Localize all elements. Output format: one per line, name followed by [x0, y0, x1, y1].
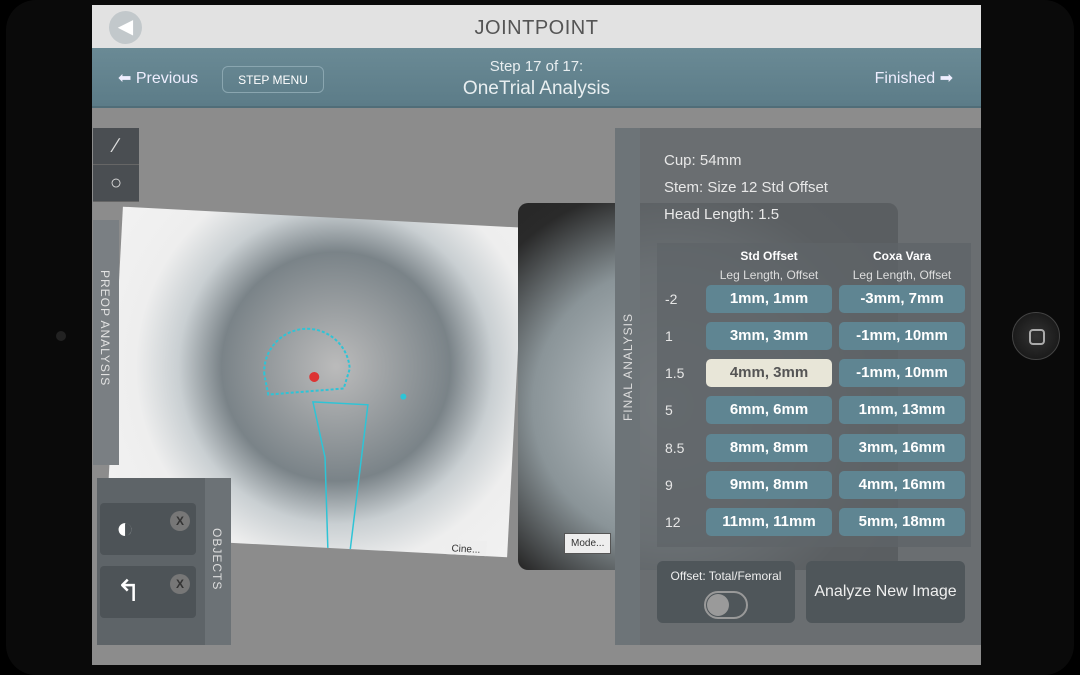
tab-objects[interactable]: OBJECTS [205, 478, 231, 645]
coxa-vara-cell[interactable]: 3mm, 16mm [839, 434, 965, 462]
std-offset-cell[interactable]: 8mm, 8mm [706, 434, 832, 462]
std-offset-cell[interactable]: 6mm, 6mm [706, 396, 832, 424]
home-button[interactable] [1012, 312, 1060, 360]
analyze-new-image-button[interactable]: Analyze New Image [806, 561, 965, 623]
stem-size: Stem: Size 12 Std Offset [664, 179, 828, 196]
final-tab-label: FINAL ANALYSIS [621, 313, 635, 422]
page-title: OneTrial Analysis [462, 78, 611, 99]
coxa-vara-cell[interactable]: -3mm, 7mm [839, 285, 965, 313]
mode-button[interactable]: Mode... [564, 533, 612, 554]
objects-tab-label: OBJECTS [210, 528, 224, 591]
drawing-tools: ∕ ○ [93, 128, 139, 202]
analysis-table: Std Offset Leg Length, Offset Coxa Vara Le… [657, 243, 971, 547]
camera [56, 331, 66, 341]
coxa-vara-cell[interactable]: 5mm, 18mm [839, 508, 965, 536]
remove-stem-button[interactable]: X [170, 574, 190, 594]
offset-label: Offset: Total/Femoral [670, 569, 782, 583]
column-header-std: Std Offset Leg Length, Offset [719, 249, 819, 282]
row-label: 5 [665, 402, 673, 418]
offset-toggle-box: Offset: Total/Femoral [657, 561, 795, 623]
coxa-vara-cell[interactable]: -1mm, 10mm [839, 359, 965, 387]
row-label: 8.5 [665, 440, 685, 456]
step-count: Step 17 of 17: [489, 58, 584, 75]
tab-preop-analysis[interactable]: PREOP ANALYSIS [93, 220, 119, 465]
coxa-vara-cell[interactable]: 4mm, 16mm [839, 471, 965, 499]
row-label: -2 [665, 291, 678, 307]
objects-panel: ◐ X ↰ X OBJECTS [97, 478, 231, 645]
app-screen: ◀ JOINTPOINT ⬅ Previous STEP MENU Step 1… [92, 5, 981, 665]
step-title: Step 17 of 17: OneTrial Analysis [92, 58, 981, 100]
final-analysis-panel: FINAL ANALYSIS Cup: 54mm Stem: Size 12 S… [615, 128, 981, 645]
row-label: 1.5 [665, 365, 685, 381]
coxa-vara-cell[interactable]: -1mm, 10mm [839, 322, 965, 350]
std-offset-cell[interactable]: 1mm, 1mm [706, 285, 832, 313]
std-offset-cell[interactable]: 9mm, 8mm [706, 471, 832, 499]
row-label: 9 [665, 477, 673, 493]
arrow-right-icon: ➡ [935, 70, 953, 87]
stem-object[interactable]: ↰ X [100, 566, 196, 618]
step-nav: ⬅ Previous STEP MENU Step 17 of 17: OneT… [92, 48, 981, 108]
cine-label: Cine... [444, 539, 487, 558]
column-header-vara: Coxa Vara Leg Length, Offset [852, 249, 952, 282]
finished-label: Finished [874, 70, 936, 87]
coxa-vara-cell[interactable]: 1mm, 13mm [839, 396, 965, 424]
std-offset-cell[interactable]: 11mm, 11mm [706, 508, 832, 536]
std-offset-cell[interactable]: 3mm, 3mm [706, 322, 832, 350]
head-length: Head Length: 1.5 [664, 206, 780, 223]
tab-final-analysis[interactable]: FINAL ANALYSIS [615, 128, 640, 645]
row-label: 12 [665, 514, 681, 530]
line-tool-icon[interactable]: ∕ [93, 128, 139, 165]
header: ◀ JOINTPOINT [92, 5, 981, 48]
std-offset-cell[interactable]: 4mm, 3mm [706, 359, 832, 387]
cup-icon: ◐ [116, 512, 135, 545]
finished-button[interactable]: Finished ➡ [875, 68, 953, 88]
stem-icon: ↰ [116, 575, 142, 608]
cup-object[interactable]: ◐ X [100, 503, 196, 555]
cup-size: Cup: 54mm [664, 152, 742, 169]
remove-cup-button[interactable]: X [170, 511, 190, 531]
logo: JOINTPOINT [474, 17, 599, 39]
circle-tool-icon[interactable]: ○ [93, 165, 139, 202]
preop-tab-label: PREOP ANALYSIS [98, 270, 112, 387]
row-label: 1 [665, 328, 673, 344]
offset-toggle[interactable] [704, 591, 748, 619]
